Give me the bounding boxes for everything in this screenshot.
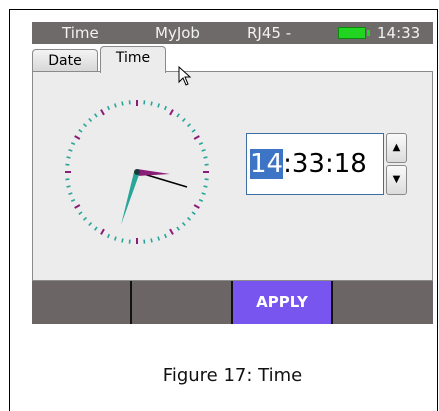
clock-minute-tick	[157, 236, 161, 241]
clock-minute-tick	[78, 211, 83, 215]
tab-time[interactable]: Time	[100, 46, 166, 73]
clock-minute-tick	[191, 211, 196, 215]
clock-minute-tick	[106, 233, 111, 239]
clock-minute-tick	[68, 192, 73, 196]
status-profile: MyJob	[155, 24, 200, 42]
time-panel: 14:33:18 ▲ ▼	[32, 71, 433, 281]
clock-minute-tick	[68, 148, 73, 152]
clock-minute-tick	[150, 238, 153, 243]
arrow-down-icon[interactable]: ▼	[386, 165, 407, 195]
clock-hour-tick	[74, 204, 81, 209]
clock-minute-tick	[94, 113, 98, 118]
clock-minute-tick	[113, 103, 117, 108]
clock-minute-tick	[163, 105, 168, 111]
clock-minute-tick	[66, 185, 71, 188]
hour-hand	[121, 172, 140, 225]
status-port: RJ45 -	[247, 24, 292, 42]
clock-hour-tick	[169, 228, 174, 235]
clock-minute-tick	[121, 238, 124, 243]
clock-minute-tick	[163, 233, 168, 239]
clock-minute-tick	[181, 117, 186, 123]
clock-minute-tick	[78, 129, 83, 133]
clock-minute-tick	[150, 101, 153, 106]
status-clock: 14:33	[377, 24, 421, 42]
clock-minute-tick	[82, 216, 88, 221]
clock-minute-tick	[191, 129, 196, 133]
clock-minute-tick	[88, 117, 93, 123]
clock-minute-tick	[70, 198, 76, 203]
clock-hour-tick	[100, 109, 105, 116]
clock-minute-tick	[94, 226, 98, 231]
tab-strip: Date Time	[32, 44, 433, 73]
status-app-title: Time	[62, 24, 99, 42]
clock-minute-tick	[198, 198, 204, 203]
battery-icon	[338, 27, 370, 39]
clock-minute-tick	[176, 113, 180, 118]
time-hours-selected: 14	[250, 149, 284, 179]
softkey-1[interactable]	[32, 281, 132, 324]
softkey-2[interactable]	[132, 281, 233, 324]
clock-minute-tick	[201, 192, 206, 196]
clock-minute-tick	[106, 105, 111, 111]
clock-hour-tick	[169, 109, 174, 116]
clock-minute-tick	[201, 148, 206, 152]
clock-minute-tick	[121, 101, 124, 106]
softkey-4[interactable]	[333, 281, 433, 324]
minute-hand	[137, 169, 170, 176]
time-spinner: ▲ ▼	[386, 133, 407, 195]
clock-minute-tick	[66, 156, 71, 159]
clock-hour-tick	[193, 135, 200, 140]
clock-hour-tick	[100, 228, 105, 235]
softkey-bar: APPLY	[32, 281, 433, 324]
status-bar: Time MyJob RJ45 - 14:33	[32, 22, 433, 44]
clock-minute-tick	[88, 221, 93, 227]
clock-hour-tick	[74, 135, 81, 140]
clock-minute-tick	[186, 123, 192, 128]
clock-hour-tick	[193, 204, 200, 209]
clock-center	[134, 169, 140, 175]
apply-button[interactable]: APPLY	[233, 281, 333, 324]
clock-minute-tick	[82, 123, 88, 128]
clock-minute-tick	[70, 141, 76, 146]
arrow-up-icon[interactable]: ▲	[386, 133, 407, 163]
figure-caption: Figure 17: Time	[162, 365, 303, 386]
clock-minute-tick	[176, 226, 180, 231]
clock-minute-tick	[203, 185, 208, 188]
device-screen: Time MyJob RJ45 - 14:33 Date Time 14:33:…	[32, 22, 433, 386]
mouse-cursor-icon	[178, 66, 192, 86]
clock-minute-tick	[113, 236, 117, 241]
clock-minute-tick	[198, 141, 204, 146]
clock-minute-tick	[157, 103, 161, 108]
time-input[interactable]: 14:33:18	[246, 133, 384, 195]
tab-date[interactable]: Date	[32, 49, 98, 71]
clock-minute-tick	[181, 221, 186, 227]
time-rest: :33:18	[283, 149, 367, 179]
clock-minute-tick	[203, 156, 208, 159]
analog-clock	[65, 100, 209, 244]
clock-minute-tick	[186, 216, 192, 221]
